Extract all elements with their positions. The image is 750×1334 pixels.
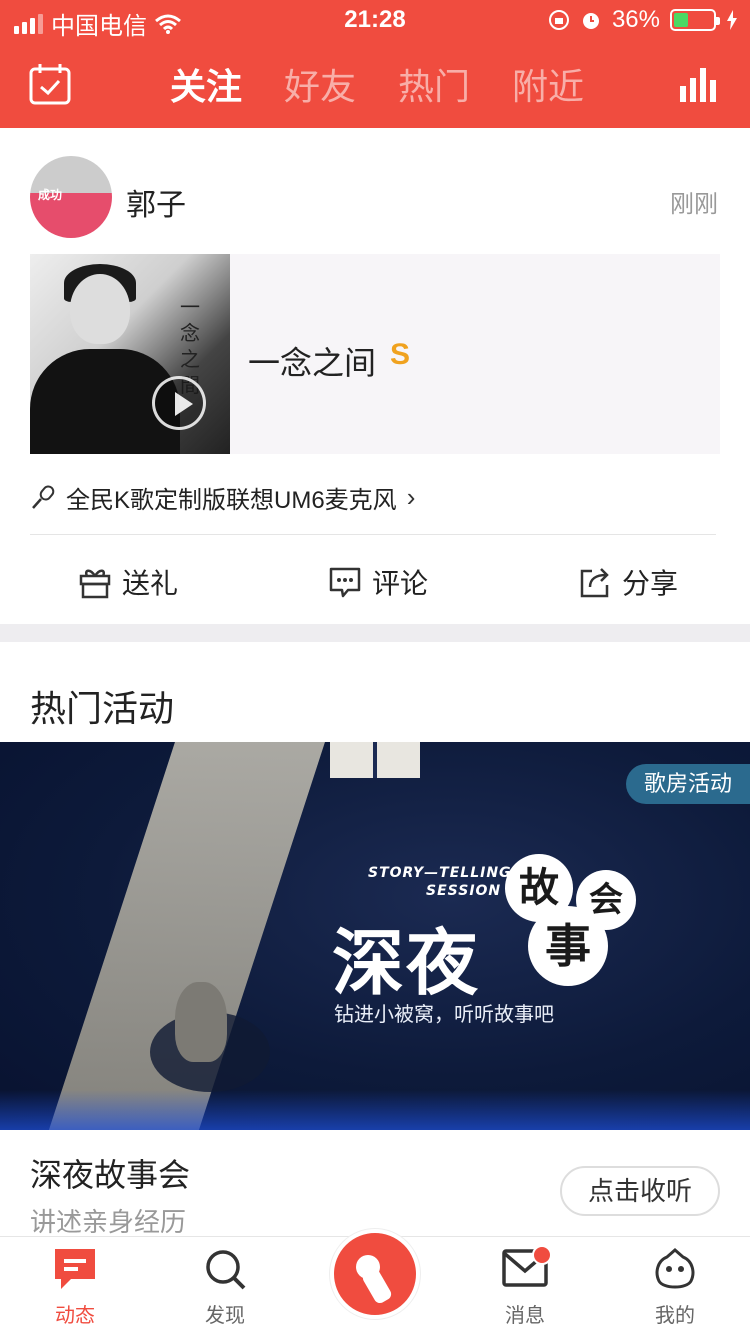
tab-feed-label: 动态 (55, 1305, 95, 1327)
song-grade: S (390, 338, 411, 371)
avatar[interactable]: 成功 (30, 156, 112, 238)
tab-discover-label: 发现 (205, 1305, 245, 1327)
sitting-figure (175, 982, 227, 1062)
ranking-icon[interactable] (678, 66, 718, 102)
listen-button[interactable]: 点击收听 (560, 1166, 720, 1216)
share-button[interactable]: 分享 (578, 562, 678, 602)
comment-label: 评论 (372, 568, 429, 599)
share-icon (580, 568, 609, 598)
chevron-right-icon: › (406, 482, 416, 512)
feed-card: 成功 郭子 刚刚 一念之間 一念之间 S 全民K歌定制版联想UM6麦克风 › 送… (0, 128, 750, 624)
divider (30, 534, 716, 535)
event-description: 讲述亲身经历 (30, 1207, 187, 1237)
device-link[interactable]: 全民K歌定制版联想UM6麦克风 › (30, 480, 415, 515)
microphone-icon (32, 484, 55, 509)
action-bar: 送礼 评论 分享 (0, 536, 750, 624)
tab-messages-label: 消息 (505, 1305, 545, 1327)
nav-tabs: 关注 好友 热门 附近 (170, 58, 584, 110)
alarm-icon (582, 13, 599, 29)
lock-rotation-icon (548, 10, 569, 30)
gift-icon (79, 569, 111, 599)
event-title: 深夜故事会 (30, 1157, 191, 1193)
user-name[interactable]: 郭子 (126, 180, 186, 224)
song-item[interactable]: 一念之間 一念之间 S (30, 254, 720, 454)
song-cover[interactable]: 一念之間 (30, 254, 230, 454)
notification-dot (532, 1245, 552, 1265)
top-nav: 关注 好友 热门 附近 (0, 42, 750, 128)
event-type-badge: 歌房活动 (625, 764, 750, 804)
status-bar: 中国电信 21:28 36% (0, 0, 750, 42)
tab-nearby[interactable]: 附近 (512, 58, 584, 110)
post-time: 刚刚 (670, 191, 718, 218)
tab-hot[interactable]: 热门 (398, 58, 470, 110)
comment-icon (329, 567, 361, 598)
tab-following[interactable]: 关注 (170, 58, 242, 110)
share-label: 分享 (622, 568, 679, 599)
tab-discover[interactable]: 发现 (175, 1247, 275, 1328)
status-right: 36% (548, 6, 738, 34)
profile-icon (655, 1248, 695, 1289)
song-title: 一念之间 (248, 345, 377, 381)
banner-main-text: 深夜 (332, 924, 481, 1004)
gift-label: 送礼 (122, 568, 179, 599)
event-banner[interactable]: 歌房活动 STORY—TELLING SESSION 深夜 故 会 事 钻进小被… (0, 742, 750, 1130)
bottom-tab-bar: 动态 发现 消息 我的 (0, 1229, 750, 1334)
banner-subtitle: STORY—TELLING SESSION (368, 865, 512, 899)
tab-messages[interactable]: 消息 (475, 1247, 575, 1328)
section-title: 热门活动 (30, 688, 175, 729)
calendar-check-icon[interactable] (28, 62, 72, 106)
device-text: 全民K歌定制版联想UM6麦克风 (66, 487, 397, 514)
comment-button[interactable]: 评论 (328, 562, 428, 602)
feed-icon (55, 1249, 95, 1289)
tab-me-label: 我的 (655, 1305, 695, 1327)
sing-icon (356, 1255, 392, 1304)
battery-icon (670, 9, 720, 31)
battery-percent: 36% (611, 6, 660, 33)
charging-icon (727, 10, 737, 30)
tab-feed[interactable]: 动态 (25, 1247, 125, 1328)
search-icon (206, 1250, 246, 1290)
gift-button[interactable]: 送礼 (78, 562, 178, 602)
banner-slogan: 钻进小被窝，听听故事吧 (334, 1004, 554, 1026)
play-icon[interactable] (152, 376, 206, 430)
sing-button[interactable] (330, 1229, 420, 1319)
header: 中国电信 21:28 36% 关注 好友 热门 附近 (0, 0, 750, 128)
tab-friends[interactable]: 好友 (284, 58, 356, 110)
banner-circle-shi: 事 (528, 906, 608, 986)
section-gap (0, 624, 750, 642)
avatar-text: 成功 (38, 188, 63, 202)
tab-me[interactable]: 我的 (625, 1247, 725, 1328)
